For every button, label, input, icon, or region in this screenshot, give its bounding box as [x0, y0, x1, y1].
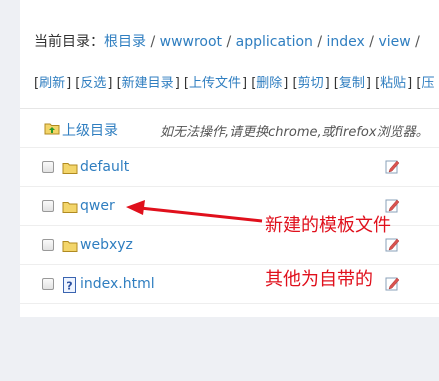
annotation-builtin: 其他为自带的 [265, 269, 373, 290]
annotation-new-template: 新建的模板文件 [265, 215, 391, 236]
annotation-arrow [126, 200, 263, 223]
